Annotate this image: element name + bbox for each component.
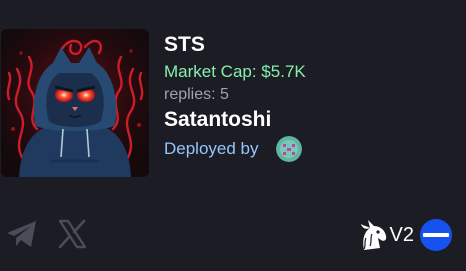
coin-ticker: STS: [164, 33, 205, 56]
x-link[interactable]: [54, 216, 90, 252]
coin-card[interactable]: STS Market Cap: $5.7K replies: 5 Satanto…: [0, 0, 466, 271]
base-chain-badge[interactable]: [420, 219, 452, 251]
unicorn-icon: [360, 220, 386, 250]
telegram-link[interactable]: [4, 216, 40, 252]
base-chain-icon: [423, 233, 449, 237]
coin-name: Satantoshi: [164, 108, 272, 131]
telegram-icon: [7, 221, 36, 247]
dex-info: V2: [358, 216, 452, 254]
deployer-avatar-icon: [275, 136, 302, 162]
coin-image[interactable]: [1, 29, 149, 177]
deployed-by-row: Deployed by: [164, 135, 302, 163]
deployed-by-label: Deployed by: [164, 139, 259, 158]
market-cap: Market Cap: $5.7K: [164, 62, 306, 81]
unicorn-link[interactable]: [358, 218, 390, 252]
hooded-devil-cat-image: [1, 29, 149, 177]
x-icon: [58, 219, 87, 249]
deployer-avatar[interactable]: [275, 136, 302, 162]
version-label: V2: [389, 224, 414, 246]
replies-count: replies: 5: [164, 86, 229, 103]
